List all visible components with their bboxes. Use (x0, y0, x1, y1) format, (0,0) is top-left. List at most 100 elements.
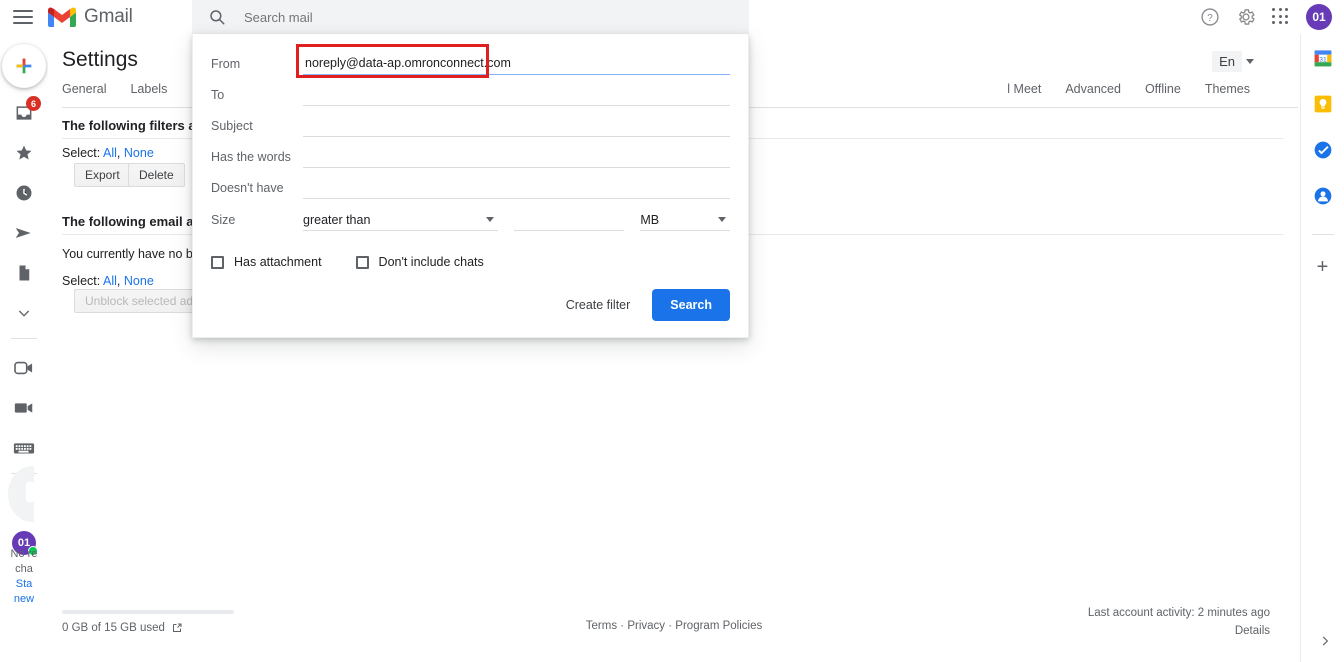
select-label: Select: (62, 274, 101, 288)
help-icon[interactable]: ? (1200, 7, 1220, 27)
sidebar-item-sent[interactable] (4, 218, 44, 248)
select-none-link-2[interactable]: None (124, 274, 154, 288)
hamburger-line (13, 16, 33, 18)
tab-chat-and-meet[interactable]: l Meet (1007, 82, 1041, 96)
privacy-link[interactable]: Privacy (627, 620, 665, 632)
storage-progress-bar (62, 610, 234, 614)
field-row-subject: Subject (193, 110, 748, 141)
keyboard-icon (13, 443, 35, 454)
chevron-right-icon[interactable] (1318, 634, 1332, 648)
add-addon-button[interactable]: + (1317, 257, 1329, 277)
doesnt-have-label: Doesn't have (211, 180, 284, 195)
apps-dot (1272, 14, 1275, 18)
apps-dot (1272, 21, 1275, 25)
delete-button[interactable]: Delete (128, 163, 185, 187)
avatar[interactable]: 01 (1306, 4, 1332, 30)
select-label: Select: (62, 146, 101, 160)
blocked-empty-text: You currently have no blo (62, 247, 203, 261)
sidebar-item-drafts[interactable] (4, 258, 44, 288)
select-all-link-2[interactable]: All (103, 274, 117, 288)
size-value-input[interactable] (514, 209, 625, 231)
google-tasks-icon[interactable] (1313, 140, 1333, 160)
doesnt-have-input[interactable] (303, 176, 730, 199)
tab-offline[interactable]: Offline (1145, 82, 1181, 96)
checkbox-row: Has attachment Don't include chats (193, 245, 748, 279)
gmail-wordmark: Gmail (84, 6, 133, 27)
chevron-down-icon (486, 217, 495, 222)
footer-separator: · (668, 620, 673, 632)
search-input[interactable] (242, 8, 662, 26)
gmail-logo-icon (48, 7, 76, 27)
sidebar-item-inbox[interactable]: 6 (4, 96, 44, 128)
apps-dot (1278, 14, 1282, 18)
has-attachment-checkbox[interactable] (211, 255, 224, 269)
search-icon[interactable] (208, 8, 226, 26)
size-unit-select[interactable]: MB (640, 209, 730, 231)
inbox-badge: 6 (26, 96, 41, 111)
chat-start-link-2[interactable]: new (0, 592, 48, 607)
search-button[interactable]: Search (652, 289, 730, 321)
language-selector[interactable]: En (1212, 48, 1254, 74)
select-none-link[interactable]: None (124, 146, 154, 160)
dont-include-chats-checkbox[interactable] (355, 255, 369, 269)
footer-separator: · (620, 620, 625, 632)
search-bar[interactable] (192, 0, 749, 34)
right-rail-divider (1311, 234, 1334, 235)
clock-icon (16, 185, 32, 201)
google-contacts-icon[interactable] (1313, 186, 1333, 206)
chat-start-link-1[interactable]: Sta (0, 577, 48, 592)
sidebar-item-join-meeting[interactable] (4, 393, 44, 423)
gear-icon[interactable] (1236, 7, 1256, 27)
new-meeting-icon (14, 361, 33, 375)
tab-general[interactable]: General (62, 82, 106, 96)
details-link[interactable]: Details (1088, 622, 1270, 640)
hamburger-line (13, 10, 33, 12)
gmail-logo[interactable]: Gmail (48, 6, 133, 28)
has-the-words-input[interactable] (303, 145, 730, 168)
hamburger-icon[interactable] (12, 6, 34, 28)
field-row-has-the-words: Has the words (193, 141, 748, 172)
sidebar-item-keyboard[interactable] (4, 433, 44, 463)
apps-dot (1272, 8, 1275, 11)
apps-dot (1278, 21, 1282, 25)
export-button[interactable]: Export (74, 163, 131, 187)
chat-empty-line-2: cha (15, 563, 33, 575)
tab-labels[interactable]: Labels (130, 82, 167, 96)
right-side-panel: 31 + (1300, 34, 1344, 662)
compose-button[interactable] (2, 44, 46, 88)
account-activity: Last account activity: 2 minutes ago Det… (1088, 604, 1270, 640)
chevron-down-icon (1246, 58, 1254, 64)
filters-section-heading: The following filters are (62, 118, 208, 133)
svg-text:31: 31 (1319, 56, 1327, 63)
advanced-search-panel: From To Subject Has the words Doesn't ha… (192, 34, 749, 338)
create-filter-button[interactable]: Create filter (566, 298, 631, 312)
apps-dot (1285, 8, 1289, 11)
size-unit-value: MB (640, 212, 660, 227)
subject-input[interactable] (303, 114, 730, 137)
tab-themes[interactable]: Themes (1205, 82, 1250, 96)
terms-link[interactable]: Terms (586, 620, 617, 632)
apps-grid-icon[interactable] (1272, 8, 1290, 26)
sidebar-item-new-meeting[interactable] (4, 353, 44, 383)
to-input[interactable] (303, 83, 730, 106)
comma: , (116, 146, 121, 160)
from-input[interactable] (303, 52, 730, 75)
sidebar-item-more[interactable] (4, 298, 44, 328)
apps-dot (1278, 8, 1282, 11)
language-label: En (1212, 50, 1242, 72)
field-row-from: From (193, 48, 748, 79)
document-icon (19, 265, 30, 281)
sidebar-item-starred[interactable] (4, 138, 44, 168)
left-nav-rail: 6 01 No re cha Sta new (0, 34, 48, 662)
chevron-down-icon (18, 310, 30, 317)
has-attachment-label[interactable]: Has attachment (234, 255, 322, 269)
sidebar-item-snoozed[interactable] (4, 178, 44, 208)
google-calendar-icon[interactable]: 31 (1313, 48, 1333, 68)
select-all-link[interactable]: All (103, 146, 117, 160)
to-label: To (211, 87, 225, 102)
tab-advanced[interactable]: Advanced (1065, 82, 1121, 96)
google-keep-icon[interactable] (1313, 94, 1333, 114)
size-operator-select[interactable]: greater than (303, 209, 499, 231)
dont-include-chats-label[interactable]: Don't include chats (379, 255, 484, 269)
program-policies-link[interactable]: Program Policies (675, 620, 762, 632)
